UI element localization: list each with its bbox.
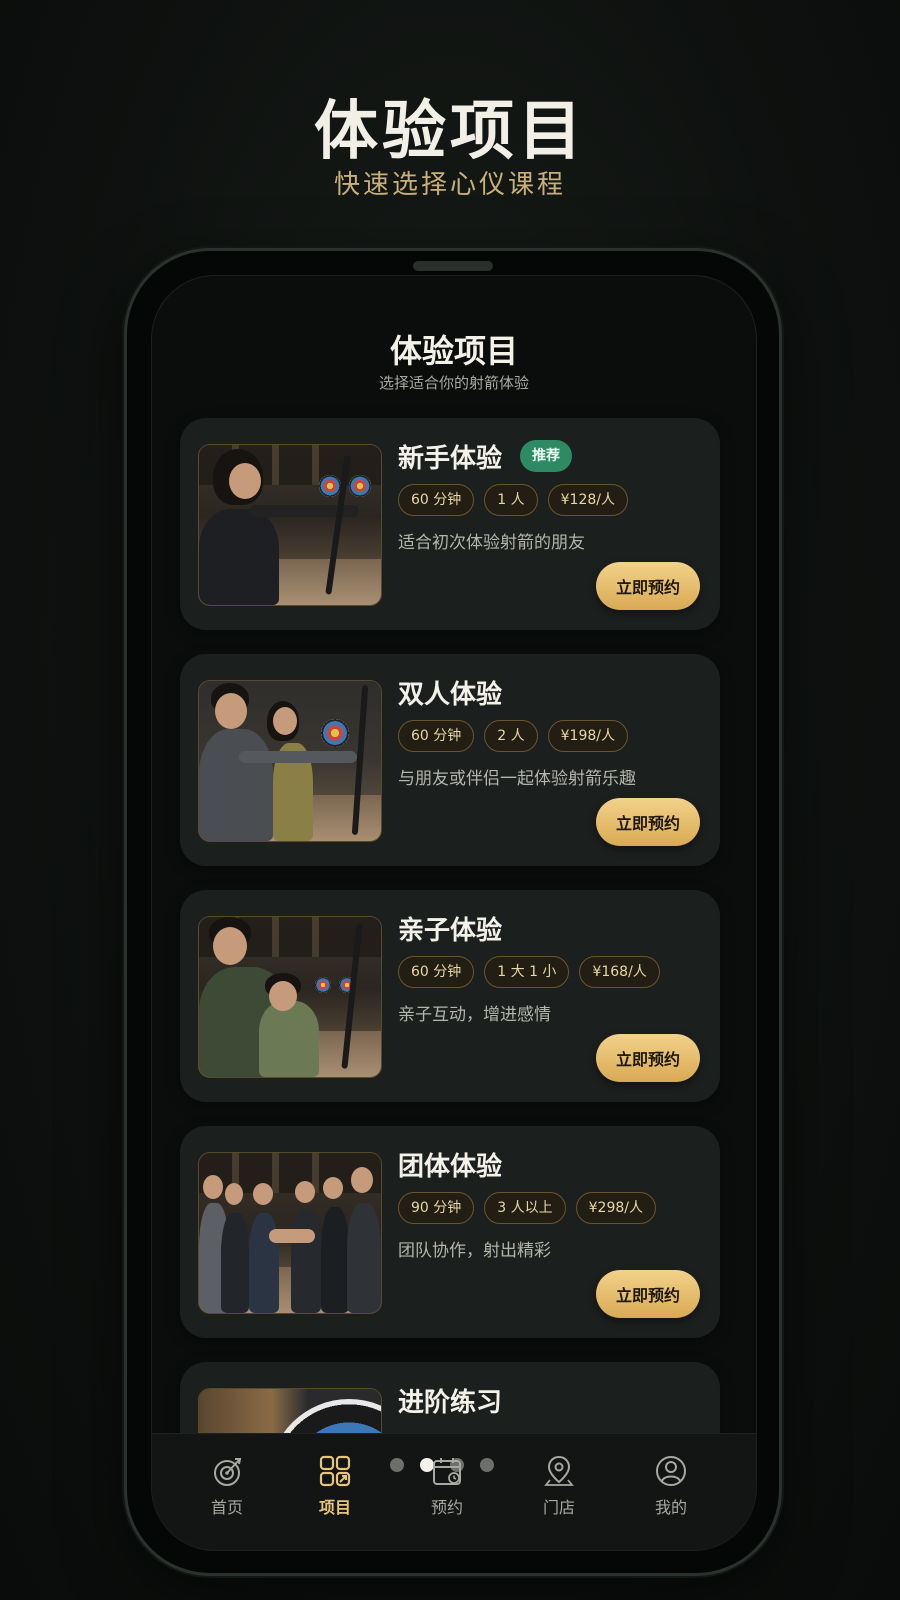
bottom-tab-bar: 首页 项目 预约 门店 我的 xyxy=(152,1433,756,1550)
course-description: 亲子互动，增进感情 xyxy=(398,1005,551,1025)
phone-speaker xyxy=(413,261,493,271)
book-now-button[interactable]: 立即预约 xyxy=(596,562,700,610)
course-image xyxy=(198,444,382,606)
course-image xyxy=(198,680,382,842)
duration-tag: 60 分钟 xyxy=(398,720,475,752)
course-title: 进阶练习 xyxy=(398,1388,503,1418)
course-image xyxy=(198,1152,382,1314)
course-tags: 60 分钟 1 大 1 小 ¥168/人 xyxy=(398,956,660,988)
course-tags: 60 分钟 2 人 ¥198/人 xyxy=(398,720,628,752)
course-title: 亲子体验 xyxy=(398,916,503,946)
duration-tag: 90 分钟 xyxy=(398,1192,475,1224)
phone-screen: 体验项目 选择适合你的射箭体验 新手体验 推荐 60 分钟 1 人 ¥128/人… xyxy=(151,275,757,1551)
price-tag: ¥298/人 xyxy=(575,1192,656,1224)
tab-profile[interactable]: 我的 xyxy=(626,1454,716,1518)
tab-label: 项目 xyxy=(318,1498,351,1517)
course-title: 团体体验 xyxy=(398,1152,503,1182)
location-icon xyxy=(544,1455,574,1486)
phone-frame: 体验项目 选择适合你的射箭体验 新手体验 推荐 60 分钟 1 人 ¥128/人… xyxy=(124,248,782,1576)
price-tag: ¥198/人 xyxy=(547,720,628,752)
recommend-badge: 推荐 xyxy=(520,440,572,472)
grid-icon xyxy=(319,1455,351,1487)
duration-tag: 60 分钟 xyxy=(398,956,475,988)
user-icon xyxy=(656,1456,686,1486)
tab-label: 门店 xyxy=(542,1498,575,1517)
tab-label: 我的 xyxy=(654,1498,687,1517)
people-tag: 1 人 xyxy=(484,484,538,516)
course-description: 与朋友或伴侣一起体验射箭乐趣 xyxy=(398,769,636,789)
hero-title: 体验项目 xyxy=(314,95,586,169)
duration-tag: 60 分钟 xyxy=(398,484,475,516)
tab-booking[interactable]: 预约 xyxy=(402,1454,492,1518)
calendar-icon xyxy=(433,1458,461,1485)
book-now-button[interactable]: 立即预约 xyxy=(596,1270,700,1318)
course-description: 适合初次体验射箭的朋友 xyxy=(398,533,585,553)
tab-label: 预约 xyxy=(430,1498,463,1517)
course-title: 双人体验 xyxy=(398,680,503,710)
course-tags: 60 分钟 1 人 ¥128/人 xyxy=(398,484,628,516)
page-title: 体验项目 xyxy=(389,332,518,370)
book-now-button[interactable]: 立即预约 xyxy=(596,1034,700,1082)
price-tag: ¥168/人 xyxy=(579,956,660,988)
course-image xyxy=(198,916,382,1078)
people-tag: 2 人 xyxy=(484,720,538,752)
tab-label: 首页 xyxy=(210,1498,243,1517)
book-now-button[interactable]: 立即预约 xyxy=(596,798,700,846)
people-tag: 3 人以上 xyxy=(484,1192,566,1224)
course-card-duo[interactable]: 双人体验 60 分钟 2 人 ¥198/人 与朋友或伴侣一起体验射箭乐趣 立即预… xyxy=(180,654,720,866)
target-icon xyxy=(214,1458,242,1486)
course-title: 新手体验 xyxy=(398,444,503,474)
course-card-beginner[interactable]: 新手体验 推荐 60 分钟 1 人 ¥128/人 适合初次体验射箭的朋友 立即预… xyxy=(180,418,720,630)
course-description: 团队协作，射出精彩 xyxy=(398,1241,551,1261)
hero-subtitle: 快速选择心仪课程 xyxy=(333,170,566,200)
people-tag: 1 大 1 小 xyxy=(484,956,570,988)
course-tags: 90 分钟 3 人以上 ¥298/人 xyxy=(398,1192,656,1224)
tab-home[interactable]: 首页 xyxy=(182,1454,272,1518)
course-card-family[interactable]: 亲子体验 60 分钟 1 大 1 小 ¥168/人 亲子互动，增进感情 立即预约 xyxy=(180,890,720,1102)
price-tag: ¥128/人 xyxy=(547,484,628,516)
tab-stores[interactable]: 门店 xyxy=(514,1454,604,1518)
page-subtitle: 选择适合你的射箭体验 xyxy=(378,374,529,392)
tab-projects[interactable]: 项目 xyxy=(290,1454,380,1518)
course-card-group[interactable]: 团体体验 90 分钟 3 人以上 ¥298/人 团队协作，射出精彩 立即预约 xyxy=(180,1126,720,1338)
